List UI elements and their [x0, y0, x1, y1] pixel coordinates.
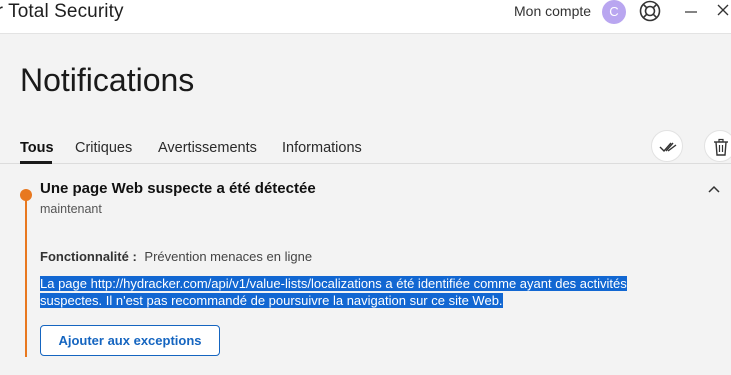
close-icon[interactable] — [716, 3, 730, 17]
notification-timestamp: maintenant — [40, 202, 102, 216]
mark-all-read-button[interactable] — [651, 130, 683, 162]
tab-information[interactable]: Informations — [282, 140, 362, 156]
tab-bar: Tous Critiques Avertissements Informatio… — [0, 130, 731, 164]
add-to-exceptions-button[interactable]: Ajouter aux exceptions — [40, 325, 220, 356]
page-title: Notifications — [20, 62, 195, 98]
tab-critical[interactable]: Critiques — [75, 140, 132, 156]
feature-row: Fonctionnalité : Prévention menaces en l… — [40, 249, 312, 264]
title-bar: er Total Security Mon compte C — [0, 0, 731, 34]
description-text: La page http://hydracker.com/api/v1/valu… — [40, 276, 627, 308]
tab-warnings[interactable]: Avertissements — [158, 140, 257, 156]
active-tab-indicator — [20, 161, 52, 164]
trash-icon — [714, 138, 728, 156]
help-lifebuoy-icon[interactable] — [639, 0, 661, 22]
tab-all[interactable]: Tous — [20, 140, 54, 156]
delete-all-button[interactable] — [704, 130, 731, 162]
double-check-icon — [659, 142, 677, 153]
minimize-icon[interactable] — [684, 6, 698, 16]
feature-label: Fonctionnalité : — [40, 249, 137, 264]
feature-value: Prévention menaces en ligne — [144, 249, 313, 264]
notification-description: La page http://hydracker.com/api/v1/valu… — [40, 275, 690, 309]
chevron-up-icon[interactable] — [707, 184, 721, 194]
notification-title[interactable]: Une page Web suspecte a été détectée — [40, 180, 316, 197]
app-title: er Total Security — [0, 1, 124, 22]
timeline-dot — [20, 189, 32, 201]
avatar[interactable]: C — [602, 0, 626, 24]
timeline-line — [25, 195, 27, 357]
account-link[interactable]: Mon compte — [514, 3, 591, 19]
